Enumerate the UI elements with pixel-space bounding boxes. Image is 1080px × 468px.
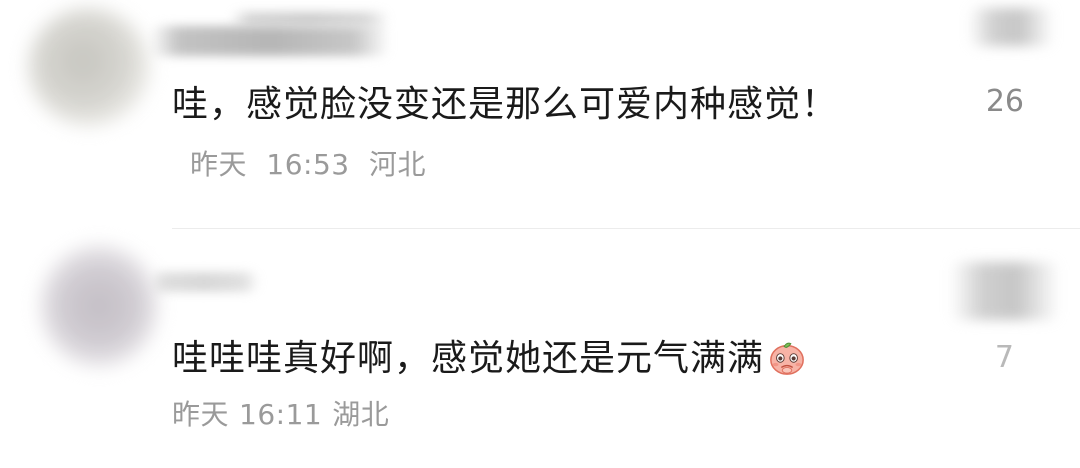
peach-emoji-icon bbox=[770, 342, 804, 375]
comment-meta: 昨天 16:53 河北 bbox=[190, 148, 426, 181]
comment-location: 湖北 bbox=[332, 398, 390, 431]
comment-body: 哇哇哇真好啊，感觉她还是元气满满 bbox=[172, 338, 765, 379]
comment-item: 26 哇，感觉脸没变还是那么可爱内种感觉！ 昨天 16:53 河北 bbox=[0, 0, 1080, 228]
like-icon[interactable] bbox=[968, 8, 1054, 46]
avatar[interactable] bbox=[40, 245, 158, 367]
comment-time: 16:11 bbox=[239, 398, 323, 431]
comment-meta: 昨天 16:11 湖北 bbox=[172, 395, 389, 435]
comment-text[interactable]: 哇哇哇真好啊，感觉她还是元气满满 bbox=[172, 330, 932, 388]
like-count: 26 bbox=[985, 84, 1024, 119]
comment-time: 16:53 bbox=[266, 148, 350, 181]
like-count: 7 bbox=[994, 340, 1014, 375]
comment-time-label: 昨天 bbox=[190, 148, 248, 181]
avatar[interactable] bbox=[28, 8, 150, 126]
comment-body: 哇，感觉脸没变还是那么可爱内种感觉！ bbox=[172, 84, 839, 125]
comment-text[interactable]: 哇，感觉脸没变还是那么可爱内种感觉！ 昨天 16:53 河北 bbox=[172, 76, 872, 194]
comment-list: 26 哇，感觉脸没变还是那么可爱内种感觉！ 昨天 16:53 河北 7 哇哇哇真好… bbox=[0, 0, 1080, 468]
comment-location: 河北 bbox=[369, 148, 427, 181]
comment-time-label: 昨天 bbox=[172, 398, 230, 431]
like-icon[interactable] bbox=[950, 262, 1060, 320]
username-blurred[interactable] bbox=[150, 26, 390, 56]
username-blurred[interactable] bbox=[150, 272, 260, 292]
username-blurred bbox=[230, 12, 390, 26]
